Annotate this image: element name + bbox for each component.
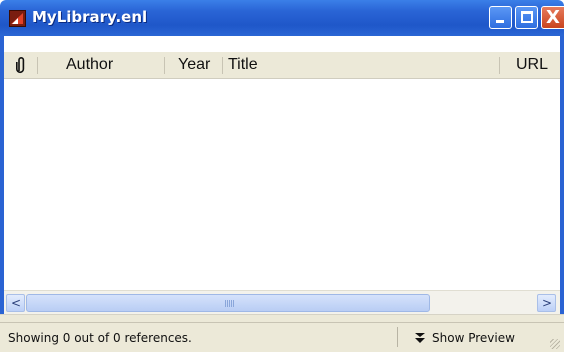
column-year[interactable]: Year xyxy=(178,56,210,74)
column-separator[interactable] xyxy=(37,57,38,74)
resize-grip-icon[interactable] xyxy=(550,339,560,349)
minimize-button[interactable] xyxy=(489,6,512,29)
status-separator xyxy=(397,327,398,347)
chevron-left-icon: < xyxy=(11,296,22,310)
window-title: MyLibrary.enl xyxy=(32,8,148,26)
scroll-right-button[interactable]: > xyxy=(537,294,556,312)
endnote-app-icon[interactable] xyxy=(9,10,26,27)
column-author[interactable]: Author xyxy=(66,56,113,74)
maximize-button[interactable] xyxy=(515,6,538,29)
grip-icon xyxy=(225,300,235,307)
column-separator[interactable] xyxy=(499,57,500,74)
show-preview-button[interactable]: Show Preview xyxy=(432,331,515,345)
status-bar: Showing 0 out of 0 references. Show Prev… xyxy=(0,322,564,352)
paperclip-icon[interactable] xyxy=(15,56,27,74)
column-title[interactable]: Title xyxy=(228,56,258,74)
title-bar[interactable]: MyLibrary.enl X xyxy=(0,0,564,36)
close-icon: X xyxy=(546,7,560,28)
reference-list[interactable] xyxy=(4,79,560,290)
minimize-icon xyxy=(496,20,504,23)
column-separator[interactable] xyxy=(164,57,165,74)
column-url[interactable]: URL xyxy=(516,56,548,74)
close-button[interactable]: X xyxy=(541,6,564,29)
column-header: Author Year Title URL xyxy=(4,52,560,79)
double-chevron-down-icon[interactable] xyxy=(414,332,426,344)
maximize-icon xyxy=(521,11,533,23)
window-frame-right xyxy=(560,36,564,322)
scroll-thumb[interactable] xyxy=(26,294,430,312)
scroll-left-button[interactable]: < xyxy=(6,294,25,312)
column-separator[interactable] xyxy=(222,57,223,74)
horizontal-scrollbar[interactable]: < > xyxy=(4,290,560,315)
reference-count: Showing 0 out of 0 references. xyxy=(8,331,192,345)
chevron-right-icon: > xyxy=(542,296,553,310)
